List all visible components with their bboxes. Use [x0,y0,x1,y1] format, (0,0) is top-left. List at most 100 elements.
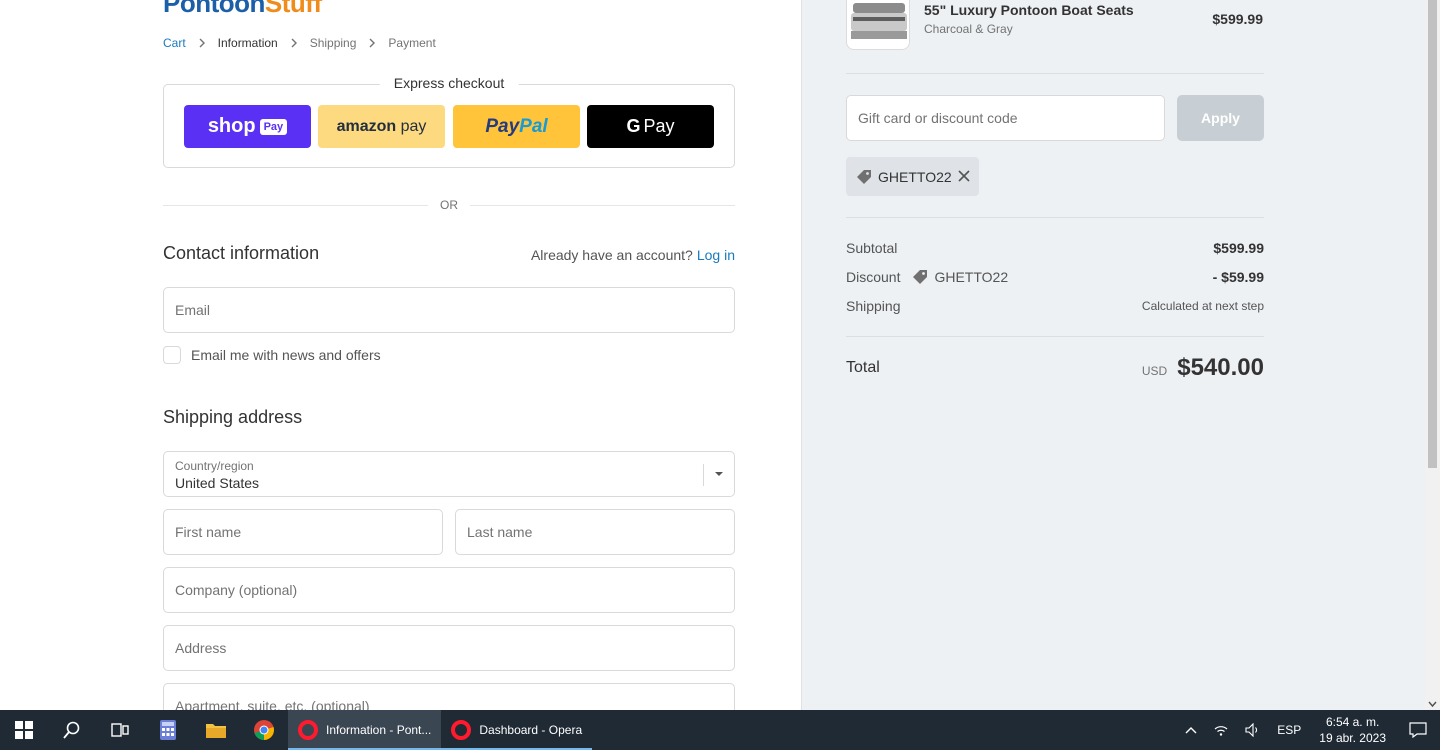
country-select[interactable]: Country/region United States [163,451,735,497]
google-pay-button[interactable]: G Pay [587,105,714,148]
show-hidden-icons[interactable] [1177,710,1205,750]
wifi-icon [1214,726,1228,736]
divider-line [163,205,428,206]
currency-code: USD [1141,364,1168,378]
shop-pay-box: Pay [259,118,288,135]
breadcrumb-shipping: Shipping [309,36,357,50]
order-summary: 55" Luxury Pontoon Boat Seats Charcoal &… [801,0,1425,710]
discount-label-group: Discount GHETTO22 [846,269,1008,285]
windows-taskbar: Information - Pont... Dashboard - Opera … [0,710,1440,750]
chevron-down-icon [715,472,723,476]
email-field[interactable]: Email [163,287,735,333]
chevron-right-icon [364,36,380,50]
tag-icon [857,169,871,184]
shipping-title: Shipping address [163,407,303,427]
shipping-value: Calculated at next step [1141,299,1264,313]
first-name-field[interactable]: First name [163,509,443,555]
close-icon[interactable] [957,169,971,183]
chevron-right-icon [194,36,210,50]
subtotal-label: Subtotal [846,240,898,256]
total-amount-group: USD $540.00 [1142,354,1264,382]
network-status[interactable] [1205,710,1237,750]
express-checkout-title: Express checkout [379,75,519,91]
account-prompt: Already have an account? Log in [531,247,735,263]
paypal-pal-text: Pal [519,115,548,137]
newsletter-checkbox[interactable] [163,346,181,364]
system-clock[interactable]: 6:54 a. m. 19 abr. 2023 [1309,714,1396,746]
google-pay-text: Pay [643,116,675,136]
newsletter-label: Email me with news and offers [191,347,381,363]
summary-divider [846,217,1264,218]
amazon-pay-text: pay [396,117,427,135]
amazon-pay-button[interactable]: amazon pay [318,105,445,148]
select-divider [703,464,704,486]
discount-code-input[interactable]: Gift card or discount code [846,95,1165,141]
apartment-field[interactable]: Apartment, suite, etc. (optional) [163,683,735,710]
taskbar-app-information[interactable]: Information - Pont... [288,710,442,750]
total-value: $540.00 [1177,354,1264,381]
company-field[interactable]: Company (optional) [163,567,735,613]
paypal-button[interactable]: Pay Pal [453,105,580,148]
shipping-label: Shipping [846,298,901,314]
breadcrumb-payment: Payment [388,36,436,50]
task-view-icon [111,723,129,737]
taskbar-app-dashboard[interactable]: Dashboard - Opera [441,710,593,750]
google-g-icon: G [626,116,641,136]
store-logo[interactable]: PontoonStuff [163,0,322,19]
discount-label: Discount [846,269,901,285]
newsletter-option[interactable]: Email me with news and offers [163,346,381,364]
page-scrollbar[interactable] [1425,0,1440,710]
taskbar-app-label: Information - Pont... [326,723,432,737]
breadcrumb-cart[interactable]: Cart [163,36,186,50]
tag-icon [913,270,928,284]
taskbar-app-label: Dashboard - Opera [479,723,583,737]
opera-icon [298,720,318,740]
apply-button[interactable]: Apply [1177,95,1264,141]
discount-value: - $59.99 [1212,269,1264,285]
total-label: Total [846,359,880,376]
windows-icon [15,721,33,739]
notifications-button[interactable] [1396,710,1440,750]
folder-icon [206,724,226,738]
or-divider: OR [163,198,735,214]
boat-seat-image [851,3,907,39]
breadcrumb: Cart Information Shipping Payment [163,36,436,50]
volume-control[interactable] [1237,710,1269,750]
total-row: Total USD $540.00 [846,354,1264,382]
clock-time: 6:54 a. m. [1325,715,1380,729]
summary-divider [846,336,1264,337]
calculator-app[interactable] [144,710,192,750]
applied-discount-tag: GHETTO22 [846,157,979,196]
shipping-row: Shipping Calculated at next step [846,298,1264,314]
chrome-app[interactable] [240,710,288,750]
paypal-pay-text: Pay [485,115,520,137]
scrollbar-thumb[interactable] [1428,0,1437,468]
product-name: 55" Luxury Pontoon Boat Seats [924,2,1134,18]
discount-code: GHETTO22 [934,269,1009,285]
or-text: OR [440,198,458,212]
divider-line [470,205,735,206]
start-button[interactable] [0,710,48,750]
last-name-field[interactable]: Last name [455,509,735,555]
input-language[interactable]: ESP [1269,710,1309,750]
product-variant: Charcoal & Gray [924,22,1013,36]
speaker-icon [1245,723,1258,737]
breadcrumb-information: Information [217,36,278,50]
login-link[interactable]: Log in [697,247,735,263]
address-field[interactable]: Address [163,625,735,671]
file-explorer-app[interactable] [192,710,240,750]
applied-code: GHETTO22 [878,168,952,185]
logo-part-1: Pontoon [163,0,265,18]
shop-pay-button[interactable]: shop Pay [184,105,311,148]
scroll-down-arrow-icon[interactable] [1428,700,1437,708]
shop-pay-text: shop [207,115,256,137]
contact-title: Contact information [163,243,320,263]
subtotal-row: Subtotal $599.99 [846,240,1264,256]
chrome-icon [254,720,274,740]
search-button[interactable] [48,710,96,750]
clock-date: 19 abr. 2023 [1319,731,1386,745]
search-icon [63,721,80,739]
calculator-icon [160,720,176,740]
task-view-button[interactable] [96,710,144,750]
checkout-main: PontoonStuff Cart Information Shipping P… [0,0,801,710]
